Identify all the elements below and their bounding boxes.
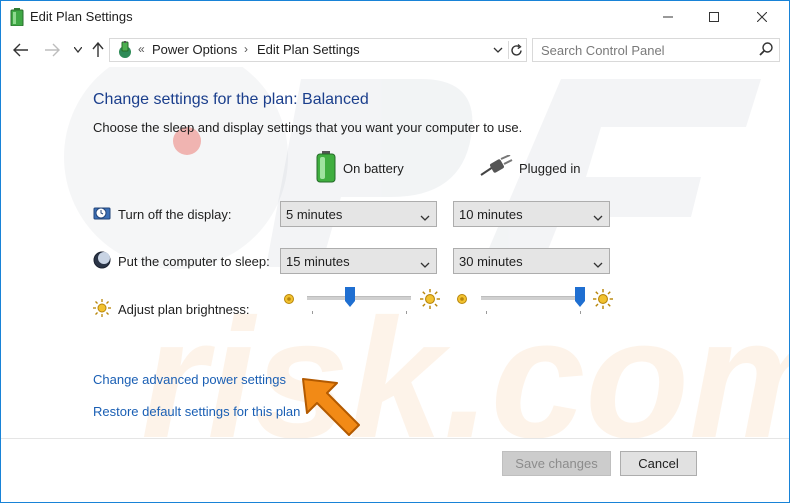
- chevron-down-icon: [420, 257, 430, 272]
- maximize-button[interactable]: [691, 1, 737, 33]
- forward-button[interactable]: [42, 40, 62, 60]
- recent-locations-button[interactable]: [68, 40, 88, 60]
- brightness-battery-slider[interactable]: [307, 287, 411, 314]
- slider-tick: [486, 311, 487, 314]
- plugged-in-label: Plugged in: [519, 160, 581, 176]
- bright-sun-icon: [420, 289, 440, 312]
- advanced-power-settings-link[interactable]: Change advanced power settings: [93, 372, 286, 387]
- power-options-icon: [116, 41, 134, 59]
- cancel-button[interactable]: Cancel: [620, 451, 697, 476]
- display-clock-icon: [93, 204, 111, 225]
- save-changes-button[interactable]: Save changes: [502, 451, 611, 476]
- navigation-bar: « Power Options › Edit Plan Settings: [1, 33, 789, 67]
- on-battery-label: On battery: [343, 160, 404, 176]
- chevron-down-icon: [593, 257, 603, 272]
- sleep-plugged-select[interactable]: 30 minutes: [453, 248, 610, 274]
- search-box[interactable]: [532, 38, 780, 62]
- chevron-down-icon: [420, 210, 430, 225]
- close-button[interactable]: [739, 1, 785, 33]
- restore-defaults-link[interactable]: Restore default settings for this plan: [93, 404, 300, 419]
- slider-track: [481, 296, 585, 300]
- page-heading: Change settings for the plan: Balanced: [93, 91, 369, 108]
- power-plug-icon: [479, 153, 513, 182]
- slider-tick: [406, 311, 407, 314]
- battery-icon: [315, 150, 337, 186]
- window-title: Edit Plan Settings: [30, 9, 133, 24]
- back-button[interactable]: [11, 40, 31, 60]
- display-battery-select[interactable]: 5 minutes: [280, 201, 437, 227]
- address-bar[interactable]: « Power Options › Edit Plan Settings: [109, 38, 527, 62]
- sleep-plugged-value: 30 minutes: [459, 254, 523, 269]
- display-plugged-value: 10 minutes: [459, 207, 523, 222]
- page-description: Choose the sleep and display settings th…: [93, 120, 523, 135]
- breadcrumb-separator: ›: [244, 42, 248, 56]
- up-button[interactable]: [88, 40, 108, 60]
- bright-sun-icon: [593, 289, 613, 312]
- sun-icon: [93, 299, 111, 320]
- slider-thumb[interactable]: [575, 287, 585, 307]
- dialog-footer: Save changes Cancel: [1, 438, 789, 502]
- dim-sun-icon: [283, 293, 295, 308]
- breadcrumb-edit-plan-settings[interactable]: Edit Plan Settings: [257, 42, 360, 57]
- display-battery-value: 5 minutes: [286, 207, 343, 222]
- search-icon[interactable]: [759, 42, 775, 58]
- plugged-in-column-header: Plugged in: [479, 151, 580, 185]
- plan-settings-content: Change settings for the plan: Balanced C…: [1, 67, 789, 439]
- sleep-row-label: Put the computer to sleep:: [93, 251, 270, 272]
- address-separator: «: [138, 42, 145, 56]
- refresh-button[interactable]: [508, 41, 524, 59]
- edit-plan-settings-window: Edit Plan Settings « Power Options › Edi…: [0, 0, 790, 503]
- slider-thumb[interactable]: [345, 287, 355, 307]
- slider-tick: [312, 311, 313, 314]
- sleep-moon-icon: [93, 251, 111, 272]
- display-plugged-select[interactable]: 10 minutes: [453, 201, 610, 227]
- minimize-button[interactable]: [645, 1, 691, 33]
- title-bar: Edit Plan Settings: [1, 1, 789, 33]
- annotation-arrow-icon: [297, 373, 365, 444]
- on-battery-column-header: On battery: [315, 150, 404, 186]
- brightness-row-label: Adjust plan brightness:: [93, 299, 250, 320]
- sleep-battery-value: 15 minutes: [286, 254, 350, 269]
- turn-off-display-row-label: Turn off the display:: [93, 204, 231, 225]
- turn-off-display-label: Turn off the display:: [118, 207, 232, 222]
- sleep-label: Put the computer to sleep:: [118, 254, 270, 269]
- dim-sun-icon: [456, 293, 468, 308]
- search-input[interactable]: [539, 41, 749, 59]
- sleep-battery-select[interactable]: 15 minutes: [280, 248, 437, 274]
- brightness-plugged-slider[interactable]: [481, 287, 585, 314]
- slider-track: [307, 296, 411, 300]
- chevron-down-icon: [593, 210, 603, 225]
- battery-app-icon: [10, 8, 24, 27]
- breadcrumb-power-options[interactable]: Power Options: [152, 42, 237, 57]
- brightness-label: Adjust plan brightness:: [118, 302, 250, 317]
- address-dropdown-button[interactable]: [490, 41, 506, 59]
- slider-tick: [580, 311, 581, 314]
